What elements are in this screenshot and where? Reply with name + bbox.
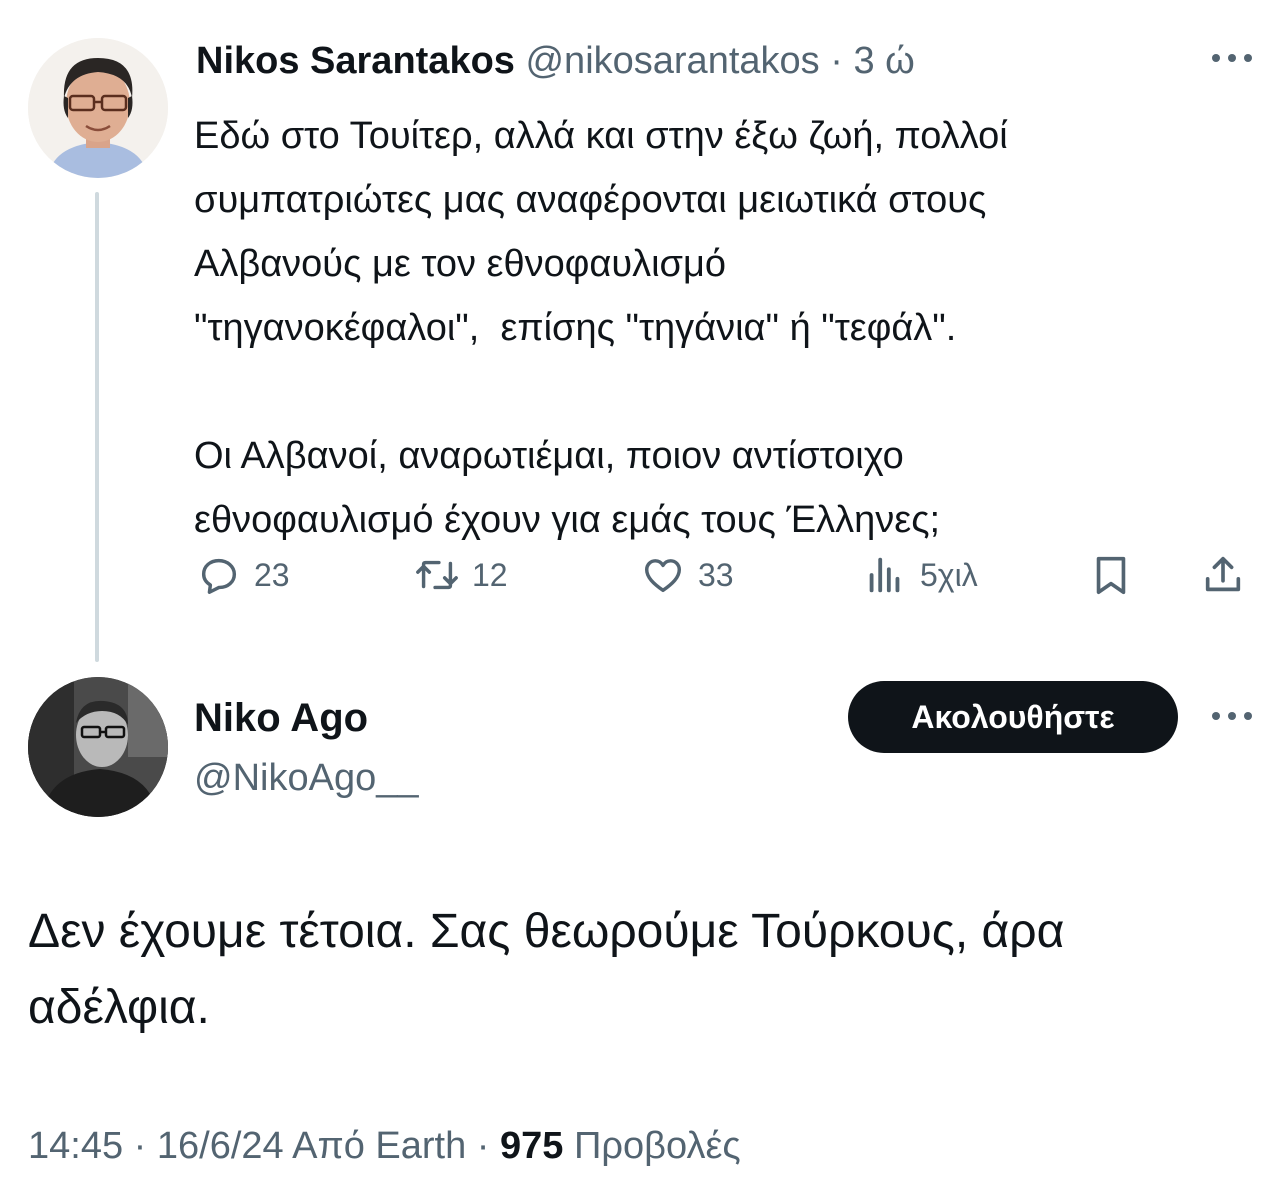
- tweet1-time[interactable]: 3 ώ: [853, 40, 914, 82]
- tweet1-separator: ·: [830, 40, 843, 82]
- reply-icon: [201, 558, 237, 594]
- tweet2-views-label: Προβολές: [573, 1125, 741, 1167]
- tweet2-text: Δεν έχουμε τέτοια. Σας θεωρούμε Τούρκους…: [28, 905, 1065, 1034]
- retweet-icon: [416, 560, 458, 590]
- tweet1-header: Nikos Sarantakos @nikosarantakos · 3 ώ: [196, 36, 915, 86]
- like-icon: [644, 559, 682, 593]
- avatar-portrait-image: [28, 38, 168, 178]
- tweet2-meta: 14:45 · 16/6/24 Από Earth · 975 Προβολές: [28, 1120, 741, 1172]
- like-button[interactable]: 33: [640, 545, 734, 605]
- tweet1-text: Εδώ στο Τουίτερ, αλλά και στην έξω ζωή, …: [194, 115, 1008, 541]
- bookmark-icon: [1096, 556, 1126, 595]
- bookmark-button[interactable]: [1088, 545, 1146, 605]
- tweet2-date[interactable]: 16/6/24: [157, 1125, 284, 1167]
- retweet-count: 12: [472, 556, 508, 593]
- retweet-button[interactable]: 12: [414, 545, 508, 605]
- tweet1-author-name[interactable]: Nikos Sarantakos: [196, 40, 515, 82]
- tweet2-handle[interactable]: @NikoAgo__: [194, 752, 418, 804]
- reply-button[interactable]: 23: [196, 545, 290, 605]
- niko-ago-avatar[interactable]: [28, 677, 168, 817]
- tweet2-source: Από Earth: [292, 1125, 467, 1167]
- views-button[interactable]: 5χιλ: [862, 545, 978, 605]
- like-count: 33: [698, 556, 734, 593]
- tweet2-author-name[interactable]: Niko Ago: [194, 692, 368, 744]
- tweet2-more-icon[interactable]: [1208, 702, 1256, 730]
- reply-count: 23: [254, 556, 290, 593]
- tweet1-more-icon[interactable]: [1208, 44, 1256, 72]
- meta-separator: ·: [133, 1125, 147, 1167]
- tweet1-handle[interactable]: @nikosarantakos: [525, 40, 819, 82]
- follow-button[interactable]: Ακολουθήστε: [848, 681, 1178, 753]
- tweet2-time[interactable]: 14:45: [28, 1125, 123, 1167]
- thread-connector-line: [95, 192, 99, 662]
- views-count: 5χιλ: [920, 556, 978, 593]
- avatar-portrait-image: [28, 677, 168, 817]
- share-icon: [1205, 556, 1241, 592]
- tweet2-views-count: 975: [500, 1125, 564, 1167]
- views-icon: [869, 557, 900, 593]
- nikos-sarantakos-avatar[interactable]: [28, 38, 168, 178]
- share-button[interactable]: [1200, 545, 1258, 605]
- meta-separator: ·: [476, 1125, 490, 1167]
